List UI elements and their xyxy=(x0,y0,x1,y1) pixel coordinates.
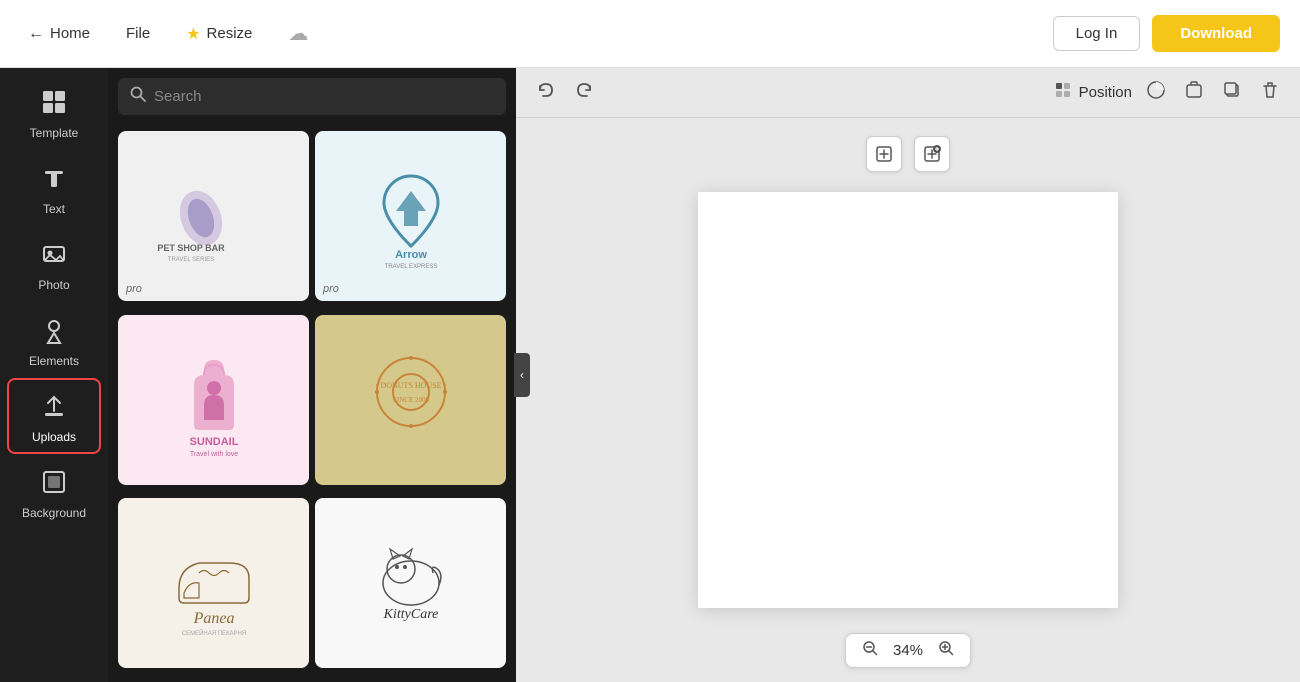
text-label: Text xyxy=(43,202,65,216)
template-grid: PET SHOP BAR TRAVEL SERIES pro Arrow TRA… xyxy=(108,125,516,682)
canvas-add-buttons xyxy=(866,136,950,172)
panel-collapse-button[interactable]: ‹ xyxy=(514,353,530,397)
home-nav[interactable]: ← Home xyxy=(20,19,98,49)
svg-text:KittyCare: KittyCare xyxy=(382,607,438,622)
color-button[interactable] xyxy=(1142,76,1170,109)
svg-text:Panea: Panea xyxy=(192,610,234,627)
left-sidebar: Template Text Photo xyxy=(0,68,108,682)
position-control[interactable]: Position xyxy=(1053,80,1132,105)
svg-text:TRAVEL SERIES: TRAVEL SERIES xyxy=(167,257,213,263)
sidebar-item-background[interactable]: Background xyxy=(9,456,99,528)
svg-text:SUNDAIL: SUNDAIL xyxy=(189,436,238,448)
share-button[interactable] xyxy=(1180,76,1208,109)
add-page-before-button[interactable] xyxy=(866,136,902,172)
delete-button[interactable] xyxy=(1256,76,1284,109)
sidebar-item-template[interactable]: Template xyxy=(9,76,99,148)
uploads-label: Uploads xyxy=(32,430,76,444)
star-icon: ★ xyxy=(186,24,200,44)
undo-button[interactable] xyxy=(532,76,560,109)
canvas-page xyxy=(698,192,1118,608)
zoom-bar: 34% xyxy=(845,633,971,668)
svg-text:Arrow: Arrow xyxy=(395,249,427,261)
template-card-sundail[interactable]: SUNDAIL Travel with love xyxy=(118,315,309,485)
position-icon xyxy=(1053,80,1073,105)
home-label: Home xyxy=(50,25,90,42)
sidebar-item-photo[interactable]: Photo xyxy=(9,228,99,300)
cloud-nav[interactable]: ☁ xyxy=(280,15,316,52)
svg-text:SINCE 2006: SINCE 2006 xyxy=(393,396,429,404)
topbar-left: ← Home File ★ Resize ☁ xyxy=(20,15,1033,52)
template-panel: PET SHOP BAR TRAVEL SERIES pro Arrow TRA… xyxy=(108,68,516,682)
sidebar-item-elements[interactable]: Elements xyxy=(9,304,99,376)
template-icon xyxy=(40,88,68,122)
toolbar-left xyxy=(532,76,598,109)
canvas-toolbar: Position xyxy=(516,68,1300,118)
topbar-right: Log In Download xyxy=(1053,15,1280,52)
search-bar xyxy=(118,78,506,115)
template-card-donuts[interactable]: • DONUTS HOUSE • SINCE 2006 xyxy=(315,315,506,485)
svg-text:СЕМЕЙНАЯ ПЕКАРНЯ: СЕМЕЙНАЯ ПЕКАРНЯ xyxy=(181,629,245,637)
canvas-main: 34% xyxy=(516,118,1300,682)
resize-label: Resize xyxy=(207,25,253,42)
redo-button[interactable] xyxy=(570,76,598,109)
resize-nav[interactable]: ★ Resize xyxy=(178,18,260,50)
download-button[interactable]: Download xyxy=(1152,15,1280,52)
search-input[interactable] xyxy=(154,88,494,105)
duplicate-button[interactable] xyxy=(1218,76,1246,109)
svg-text:PET SHOP BAR: PET SHOP BAR xyxy=(157,243,225,253)
text-icon xyxy=(40,164,68,198)
position-label: Position xyxy=(1079,84,1132,101)
photo-label: Photo xyxy=(38,278,69,292)
photo-icon xyxy=(40,240,68,274)
template-label: Template xyxy=(30,126,79,140)
background-label: Background xyxy=(22,506,86,520)
topbar: ← Home File ★ Resize ☁ Log In Download xyxy=(0,0,1300,68)
home-icon: ← xyxy=(28,25,44,43)
template-card-arrow[interactable]: Arrow TRAVEL EXPRESS pro xyxy=(315,131,506,301)
cloud-icon: ☁ xyxy=(288,21,308,46)
zoom-in-button[interactable] xyxy=(932,638,960,663)
sidebar-item-uploads[interactable]: Uploads xyxy=(9,380,99,452)
uploads-icon xyxy=(40,392,68,426)
search-icon xyxy=(130,86,146,107)
main-area: Template Text Photo xyxy=(0,68,1300,682)
template-card-panea[interactable]: Panea СЕМЕЙНАЯ ПЕКАРНЯ xyxy=(118,498,309,668)
login-button[interactable]: Log In xyxy=(1053,16,1141,51)
svg-text:• DONUTS HOUSE •: • DONUTS HOUSE • xyxy=(375,381,446,390)
elements-icon xyxy=(40,316,68,350)
svg-text:Travel with love: Travel with love xyxy=(189,451,237,458)
canvas-area: Position xyxy=(516,68,1300,682)
file-nav[interactable]: File xyxy=(118,19,158,48)
add-page-after-button[interactable] xyxy=(914,136,950,172)
template-card-kittycare[interactable]: KittyCare xyxy=(315,498,506,668)
arrow-pro-badge: pro xyxy=(323,283,339,295)
zoom-out-button[interactable] xyxy=(856,638,884,663)
toolbar-right: Position xyxy=(1053,76,1284,109)
svg-text:TRAVEL EXPRESS: TRAVEL EXPRESS xyxy=(384,264,437,270)
file-label: File xyxy=(126,25,150,42)
template-card-petshop[interactable]: PET SHOP BAR TRAVEL SERIES pro xyxy=(118,131,309,301)
petshop-pro-badge: pro xyxy=(126,283,142,295)
elements-label: Elements xyxy=(29,354,79,368)
collapse-icon: ‹ xyxy=(520,368,524,382)
sidebar-item-text[interactable]: Text xyxy=(9,152,99,224)
background-icon xyxy=(40,468,68,502)
zoom-value: 34% xyxy=(888,642,928,659)
